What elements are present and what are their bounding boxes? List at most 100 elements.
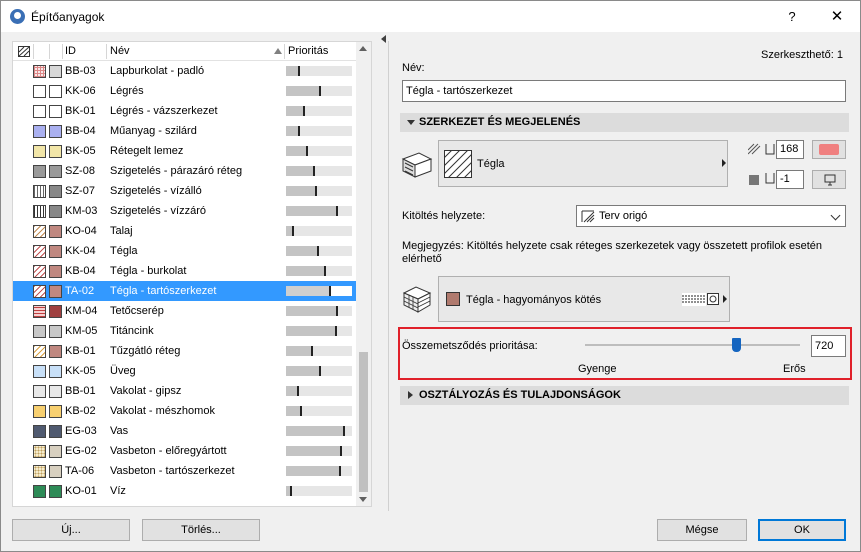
priority-bar-fill xyxy=(286,66,300,76)
cancel-button[interactable]: Mégse xyxy=(657,519,747,541)
priority-bar xyxy=(286,286,352,296)
header-priority[interactable]: Prioritás xyxy=(288,45,328,57)
row-name: Üveg xyxy=(110,365,136,377)
table-row[interactable]: KK-05 Üveg xyxy=(13,361,356,381)
table-row[interactable]: BB-01 Vakolat - gipsz xyxy=(13,381,356,401)
background-pen-input[interactable]: -1 xyxy=(776,170,804,189)
row-id: SZ-07 xyxy=(65,185,95,197)
priority-bar xyxy=(286,326,352,336)
cut-fill-swatch xyxy=(33,105,46,118)
section-structure-appearance[interactable]: SZERKEZET ÉS MEGJELENÉS xyxy=(400,113,849,132)
table-row[interactable]: KO-01 Víz xyxy=(13,481,356,501)
header-separator xyxy=(284,44,285,59)
priority-input[interactable]: 720 xyxy=(811,335,846,357)
table-row[interactable]: BK-01 Légrés - vázszerkezet xyxy=(13,101,356,121)
priority-bar xyxy=(286,166,352,176)
table-row[interactable]: EG-02 Vasbeton - előregyártott xyxy=(13,441,356,461)
row-name: Légrés xyxy=(110,85,144,97)
cut-fill-picker[interactable]: Tégla xyxy=(438,140,728,187)
fill-origin-value: Terv origó xyxy=(599,210,648,222)
table-row[interactable]: KK-06 Légrés xyxy=(13,81,356,101)
row-id: SZ-08 xyxy=(65,165,95,177)
table-row[interactable]: BB-04 Műanyag - szilárd xyxy=(13,121,356,141)
row-id: KM-05 xyxy=(65,325,98,337)
priority-bar xyxy=(286,346,352,356)
collapse-panel-icon[interactable] xyxy=(381,35,386,43)
priority-bar xyxy=(286,426,352,436)
row-id: KK-04 xyxy=(65,245,96,257)
priority-bar-fill xyxy=(286,286,331,296)
priority-bar xyxy=(286,66,352,76)
table-row[interactable]: KM-03 Szigetelés - vízzáró xyxy=(13,201,356,221)
priority-bar xyxy=(286,266,352,276)
header-separator xyxy=(106,44,107,59)
header-id[interactable]: ID xyxy=(65,45,76,57)
table-row[interactable]: KB-01 Tűzgátló réteg xyxy=(13,341,356,361)
table-row[interactable]: EG-03 Vas xyxy=(13,421,356,441)
background-monitor-button[interactable] xyxy=(812,170,846,189)
surface-swatch xyxy=(49,125,62,138)
cut-fill-swatch xyxy=(33,445,46,458)
archicad-logo-icon xyxy=(10,9,25,24)
scroll-thumb[interactable] xyxy=(359,352,368,492)
collapsed-arrow-icon xyxy=(408,391,413,399)
table-row[interactable]: TA-06 Vasbeton - tartószerkezet xyxy=(13,461,356,481)
table-row[interactable]: KM-04 Tetőcserép xyxy=(13,301,356,321)
priority-slider[interactable] xyxy=(585,344,800,346)
scroll-down-icon[interactable] xyxy=(359,497,367,502)
priority-bar-fill xyxy=(286,426,345,436)
priority-bar-fill xyxy=(286,266,326,276)
surface-swatch xyxy=(49,245,62,258)
section-classification-properties[interactable]: OSZTÁLYOZÁS ÉS TULAJDONSÁGOK xyxy=(400,386,849,405)
materials-list: ID Név Prioritás BB-03 Lapburkolat - pad… xyxy=(12,41,372,507)
surface-icon xyxy=(402,286,432,313)
table-row[interactable]: SZ-07 Szigetelés - vízálló xyxy=(13,181,356,201)
help-button[interactable]: ? xyxy=(780,7,804,27)
panel-splitter[interactable] xyxy=(388,41,389,511)
ok-button[interactable]: OK xyxy=(758,519,846,541)
table-row[interactable]: KB-04 Tégla - burkolat xyxy=(13,261,356,281)
row-id: KM-04 xyxy=(65,305,98,317)
priority-bar-fill xyxy=(286,386,299,396)
table-row[interactable]: SZ-08 Szigetelés - párazáró réteg xyxy=(13,161,356,181)
priority-bar xyxy=(286,126,352,136)
row-id: TA-02 xyxy=(65,285,95,297)
row-name: Szigetelés - párazáró réteg xyxy=(110,165,243,177)
intersection-priority-label: Összemetsződés prioritása: xyxy=(402,340,538,352)
texture-settings-icon xyxy=(707,293,719,305)
editable-count: Szerkeszthető: 1 xyxy=(761,49,843,61)
priority-bar xyxy=(286,226,352,236)
fill-pen-color-button[interactable] xyxy=(812,140,846,159)
section-title: SZERKEZET ÉS MEGJELENÉS xyxy=(419,116,581,128)
scroll-up-icon[interactable] xyxy=(359,46,367,51)
table-row[interactable]: KB-02 Vakolat - mészhomok xyxy=(13,401,356,421)
priority-slider-thumb[interactable] xyxy=(732,338,741,352)
close-button[interactable]: ✕ xyxy=(825,7,849,27)
table-row[interactable]: BB-03 Lapburkolat - padló xyxy=(13,61,356,81)
header-name[interactable]: Név xyxy=(110,45,130,57)
arrow-right-icon xyxy=(722,159,726,167)
priority-bar-fill xyxy=(286,246,319,256)
cut-fill-swatch xyxy=(33,185,46,198)
list-scrollbar[interactable] xyxy=(356,42,371,506)
table-row[interactable]: KK-04 Tégla xyxy=(13,241,356,261)
table-row[interactable]: TA-02 Tégla - tartószerkezet xyxy=(13,281,356,301)
cut-fill-swatch xyxy=(33,345,46,358)
table-row[interactable]: KM-05 Titáncink xyxy=(13,321,356,341)
fill-origin-select[interactable]: Terv origó xyxy=(576,205,846,227)
list-rows: BB-03 Lapburkolat - padló KK-06 Légrés B… xyxy=(13,61,356,501)
delete-button[interactable]: Törlés... xyxy=(142,519,260,541)
cut-fill-swatch xyxy=(33,405,46,418)
row-id: KK-06 xyxy=(65,85,96,97)
header-separator xyxy=(33,44,34,59)
name-input[interactable]: Tégla - tartószerkezet xyxy=(402,80,846,102)
table-row[interactable]: KO-04 Talaj xyxy=(13,221,356,241)
table-row[interactable]: BK-05 Rétegelt lemez xyxy=(13,141,356,161)
new-button[interactable]: Új... xyxy=(12,519,130,541)
row-name: Lapburkolat - padló xyxy=(110,65,205,77)
fill-name: Tégla xyxy=(477,158,505,170)
row-id: BK-05 xyxy=(65,145,96,157)
priority-bar-fill xyxy=(286,306,338,316)
fill-pen-input[interactable]: 168 xyxy=(776,140,804,159)
surface-picker[interactable]: Tégla - hagyományos kötés xyxy=(438,276,730,322)
